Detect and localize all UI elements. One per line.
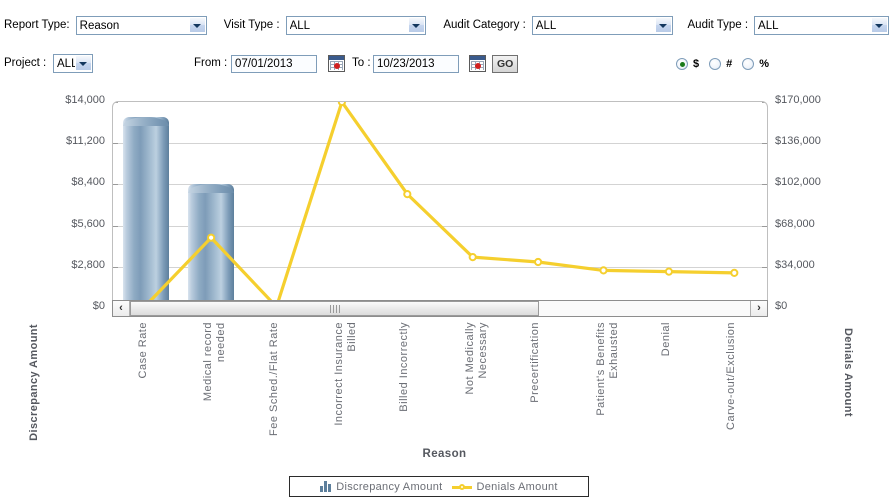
line-marker[interactable] bbox=[664, 267, 674, 276]
y-axis-tick-label: $0 bbox=[775, 300, 788, 312]
line-marker[interactable] bbox=[207, 233, 216, 242]
chevron-down-icon[interactable] bbox=[654, 17, 671, 33]
project-label: Project : bbox=[4, 57, 47, 69]
visit-type-value: ALL bbox=[289, 19, 311, 32]
scrollbar-track[interactable] bbox=[130, 301, 750, 316]
chart-legend: Discrepancy Amount Denials Amount bbox=[289, 476, 589, 497]
x-axis-category-label: Not Medically Necessary bbox=[463, 322, 489, 395]
chevron-down-icon[interactable] bbox=[408, 17, 425, 33]
x-axis-category-label: Medical record needed bbox=[202, 322, 228, 402]
x-axis-category-label: Precertification bbox=[529, 322, 542, 403]
line-marker[interactable] bbox=[468, 253, 477, 262]
line-path bbox=[144, 102, 736, 308]
report-type-value: Reason bbox=[79, 19, 120, 32]
y-axis-tick-label: $136,000 bbox=[775, 135, 821, 148]
measure-option-dollar[interactable]: $ bbox=[676, 58, 699, 70]
bar-chart-icon bbox=[320, 481, 332, 492]
audit-type-select[interactable]: ALL bbox=[754, 15, 889, 35]
x-axis-category-label: Carve-out/Exclusion bbox=[725, 322, 738, 430]
x-axis-title: Reason bbox=[422, 448, 467, 460]
x-axis-category-label: Billed Incorrectly bbox=[398, 322, 411, 412]
line-marker-icon bbox=[451, 482, 472, 492]
y-axis-tick-label: $68,000 bbox=[775, 217, 815, 230]
filter-row-secondary: Project : ALL From : 07/01/2013 To : 10/… bbox=[0, 53, 889, 77]
measure-label-dollar: $ bbox=[693, 58, 700, 70]
report-type-label: Report Type: bbox=[4, 19, 70, 31]
go-button[interactable]: GO bbox=[492, 55, 519, 73]
y-axis-tick-label: $14,000 bbox=[65, 94, 105, 106]
legend-item-denials[interactable]: Denials Amount bbox=[451, 480, 558, 493]
y-axis-tick-label: $2,800 bbox=[71, 258, 105, 271]
scroll-left-arrow-icon[interactable]: ‹ bbox=[113, 301, 130, 316]
line-marker[interactable] bbox=[337, 101, 346, 107]
line-marker[interactable] bbox=[534, 257, 543, 267]
chevron-down-icon[interactable] bbox=[871, 17, 887, 33]
y-axis-ticks-right: $0 $34,000 $68,000 $102,000 $136,000 $170,000 bbox=[775, 88, 845, 318]
calendar-icon[interactable] bbox=[328, 55, 345, 72]
x-axis-category-label: Patient's Benefits Exhausted bbox=[594, 322, 620, 416]
plot-area bbox=[112, 101, 768, 309]
calendar-marker bbox=[475, 63, 481, 69]
y-axis-tick-label: $8,400 bbox=[71, 176, 105, 189]
calendar-header bbox=[470, 56, 485, 60]
radio-dollar-icon[interactable] bbox=[676, 58, 688, 70]
chart-horizontal-scrollbar[interactable]: ‹ › bbox=[112, 300, 768, 317]
measure-label-count: # bbox=[726, 58, 733, 70]
measure-label-percent: % bbox=[759, 58, 770, 70]
visit-type-select[interactable]: ALL bbox=[285, 15, 427, 35]
scroll-right-arrow-icon[interactable]: › bbox=[750, 301, 767, 316]
y-axis-tick-label: $34,000 bbox=[775, 258, 815, 271]
x-axis-category-label: Denial bbox=[659, 322, 672, 357]
x-axis-category-label: Fee Sched./Flat Rate bbox=[267, 322, 280, 436]
radio-count-icon[interactable] bbox=[709, 58, 722, 70]
audit-category-value: ALL bbox=[535, 19, 557, 32]
y-axis-tick-label: $0 bbox=[92, 300, 105, 312]
chevron-down-icon[interactable] bbox=[75, 56, 91, 71]
scrollbar-thumb[interactable] bbox=[130, 301, 540, 316]
y-axis-title-right: Denials Amount bbox=[842, 328, 854, 417]
from-label: From : bbox=[194, 57, 228, 69]
visit-type-label: Visit Type : bbox=[223, 19, 280, 31]
audit-category-label: Audit Category : bbox=[443, 19, 526, 31]
legend-item-discrepancy[interactable]: Discrepancy Amount bbox=[320, 481, 442, 493]
x-axis-category-label: Incorrect Insurance Billed bbox=[332, 322, 358, 426]
line-marker[interactable] bbox=[730, 268, 739, 277]
legend-label-denials: Denials Amount bbox=[476, 480, 558, 493]
radio-percent-icon[interactable] bbox=[742, 58, 755, 70]
y-axis-tick-label: $102,000 bbox=[775, 176, 821, 189]
from-date-input[interactable]: 07/01/2013 bbox=[231, 55, 317, 73]
y-axis-ticks-left: $0 $2,800 $5,600 $8,400 $11,200 $14,000 bbox=[45, 88, 105, 318]
audit-type-label: Audit Type : bbox=[687, 19, 749, 31]
to-label: To : bbox=[352, 57, 371, 69]
to-date-input[interactable]: 10/23/2013 bbox=[373, 55, 459, 73]
audit-type-value: ALL bbox=[758, 19, 779, 32]
audit-category-select[interactable]: ALL bbox=[531, 15, 673, 35]
line-series-layer bbox=[141, 101, 739, 308]
legend-label-discrepancy: Discrepancy Amount bbox=[336, 480, 443, 493]
scrollbar-grip-icon bbox=[329, 305, 340, 313]
measure-option-percent[interactable]: % bbox=[742, 58, 769, 70]
chart-container: Discrepancy Amount Denials Amount Reason… bbox=[0, 88, 889, 503]
y-axis-tick-label: $5,600 bbox=[71, 217, 105, 230]
y-axis-title-left: Discrepancy Amount bbox=[28, 324, 40, 441]
calendar-icon[interactable] bbox=[469, 55, 486, 72]
report-type-select[interactable]: Reason bbox=[75, 15, 207, 35]
calendar-header bbox=[329, 56, 344, 60]
chevron-down-icon[interactable] bbox=[188, 17, 205, 33]
line-marker[interactable] bbox=[403, 190, 412, 199]
project-select[interactable]: ALL bbox=[53, 54, 93, 73]
line-marker[interactable] bbox=[599, 266, 608, 275]
measure-radio-group: $ # % bbox=[676, 58, 769, 70]
x-axis-category-label: Case Rate bbox=[136, 322, 149, 379]
calendar-marker bbox=[334, 63, 340, 69]
filter-row-primary: Report Type: Reason Visit Type : ALL Aud… bbox=[0, 13, 889, 37]
y-axis-tick-label: $170,000 bbox=[775, 94, 821, 106]
x-axis-category-labels: Case Rate Medical record needed Fee Sched.… bbox=[112, 322, 768, 442]
measure-option-count[interactable]: # bbox=[709, 58, 732, 70]
filter-toolbar: Report Type: Reason Visit Type : ALL Aud… bbox=[0, 0, 889, 88]
y-axis-tick-label: $11,200 bbox=[66, 135, 105, 148]
